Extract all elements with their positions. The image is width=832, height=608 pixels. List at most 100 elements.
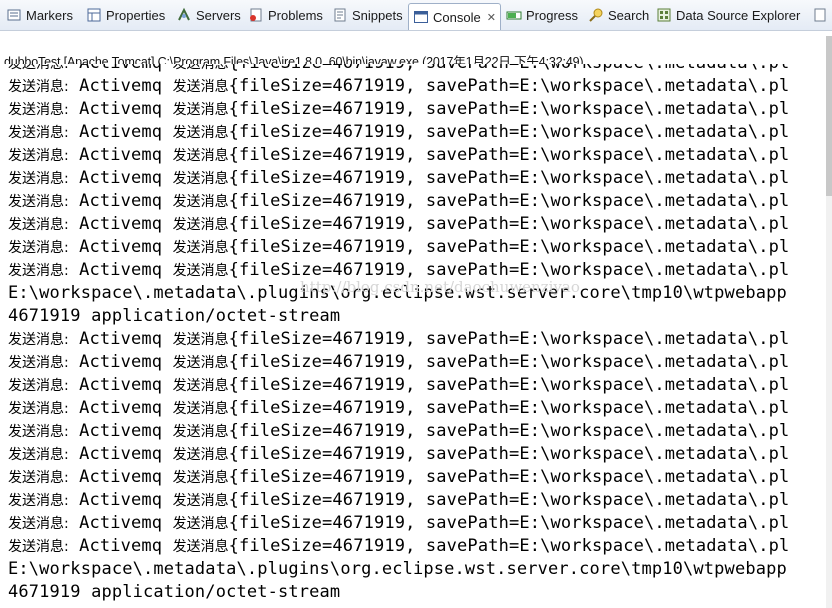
message-source: Activemq bbox=[68, 168, 173, 188]
message-action: 发送消息 bbox=[172, 401, 229, 417]
message-prefix: 发送消息: bbox=[8, 240, 69, 256]
message-payload: {fileSize=4671919, savePath=E:\workspace… bbox=[228, 214, 790, 234]
vertical-scrollbar[interactable] bbox=[826, 36, 832, 608]
scrollbar-thumb[interactable] bbox=[826, 36, 832, 196]
tab-problems[interactable]: Problems bbox=[248, 4, 323, 26]
console-header: dubboTest [Apache Tomcat] C:\Program Fil… bbox=[0, 31, 832, 69]
tab-label: Properties bbox=[106, 7, 166, 23]
console-line-send-message: 发送消息: Activemq 发送消息{fileSize=4671919, sa… bbox=[8, 76, 789, 99]
tab-console[interactable]: Console ✕ bbox=[408, 3, 501, 30]
message-payload: {fileSize=4671919, savePath=E:\workspace… bbox=[228, 444, 790, 464]
message-action: 发送消息 bbox=[172, 378, 229, 394]
console-line-send-message: 发送消息: Activemq 发送消息{fileSize=4671919, sa… bbox=[8, 444, 789, 467]
console-line-send-message: 发送消息: Activemq 发送消息{fileSize=4671919, sa… bbox=[8, 99, 789, 122]
message-payload: {fileSize=4671919, savePath=E:\workspace… bbox=[228, 76, 790, 96]
close-icon[interactable]: ✕ bbox=[487, 11, 496, 24]
console-line-send-message: 发送消息: Activemq 发送消息{fileSize=4671919, sa… bbox=[8, 237, 789, 260]
message-source: Activemq bbox=[68, 421, 173, 441]
message-prefix: 发送消息: bbox=[8, 424, 69, 440]
message-source: Activemq bbox=[68, 260, 173, 280]
message-action: 发送消息 bbox=[172, 148, 229, 164]
console-line-send-message: 发送消息: Activemq 发送消息{fileSize=4671919, sa… bbox=[8, 513, 789, 536]
message-payload: {fileSize=4671919, savePath=E:\workspace… bbox=[228, 122, 790, 142]
message-action: 发送消息 bbox=[172, 64, 229, 72]
message-payload: {fileSize=4671919, savePath=E:\workspace… bbox=[228, 398, 790, 418]
message-action: 发送消息 bbox=[172, 355, 229, 371]
message-payload: {fileSize=4671919, savePath=E:\workspace… bbox=[228, 191, 790, 211]
message-prefix: 发送消息: bbox=[8, 171, 69, 187]
message-prefix: 发送消息: bbox=[8, 401, 69, 417]
console-line-send-message: 发送消息: Activemq 发送消息{fileSize=4671919, sa… bbox=[8, 352, 789, 375]
message-source: Activemq bbox=[68, 467, 173, 487]
message-payload: {fileSize=4671919, savePath=E:\workspace… bbox=[228, 237, 790, 257]
markers-icon bbox=[6, 7, 22, 23]
search-icon bbox=[588, 7, 604, 23]
console-output[interactable]: 发送消息: Activemq 发送消息{fileSize=4671919, sa… bbox=[0, 64, 832, 608]
message-payload: {fileSize=4671919, savePath=E:\workspace… bbox=[228, 421, 790, 441]
message-prefix: 发送消息: bbox=[8, 148, 69, 164]
message-source: Activemq bbox=[68, 398, 173, 418]
watermark: http://blog.csdn.net/daochuwenziyao bbox=[300, 278, 580, 296]
tab-markers[interactable]: Markers bbox=[6, 4, 73, 26]
tab-properties[interactable]: Properties bbox=[86, 4, 165, 26]
message-prefix: 发送消息: bbox=[8, 125, 69, 141]
message-payload: {fileSize=4671919, savePath=E:\workspace… bbox=[228, 145, 790, 165]
tab-label: Servers bbox=[196, 7, 241, 23]
tab-label: Markers bbox=[26, 7, 73, 23]
tab-search[interactable]: Search bbox=[588, 4, 649, 26]
tab-snippets[interactable]: Snippets bbox=[332, 4, 403, 26]
message-source: Activemq bbox=[69, 64, 173, 73]
message-payload: {fileSize=4671919, savePath=E:\workspace… bbox=[228, 168, 790, 188]
message-source: Activemq bbox=[68, 513, 173, 533]
console-line-send-message: 发送消息: Activemq 发送消息{fileSize=4671919, sa… bbox=[8, 467, 789, 490]
message-prefix: 发送消息: bbox=[8, 447, 69, 463]
message-action: 发送消息 bbox=[172, 171, 229, 187]
console-line-send-message: 发送消息: Activemq 发送消息{fileSize=4671919, sa… bbox=[8, 536, 789, 559]
tab-progress[interactable]: Progress bbox=[506, 4, 578, 26]
message-action: 发送消息 bbox=[172, 79, 229, 95]
message-source: Activemq bbox=[68, 329, 173, 349]
message-source: Activemq bbox=[68, 444, 173, 464]
console-line-send-message: 发送消息: Activemq 发送消息{fileSize=4671919, sa… bbox=[8, 214, 789, 237]
message-prefix: 发送消息: bbox=[8, 332, 69, 348]
message-prefix: 发送消息: bbox=[8, 470, 69, 486]
message-source: Activemq bbox=[68, 375, 173, 395]
tab-label: Snippets bbox=[352, 7, 403, 23]
message-prefix: 发送消息: bbox=[8, 378, 69, 394]
console-line-mime: 4671919 application/octet-stream bbox=[8, 306, 341, 326]
console-line-send-message: 发送消息: Activemq 发送消息{fileSize=4671919, sa… bbox=[8, 168, 789, 191]
message-payload: {fileSize=4671919, savePath=E:\workspace… bbox=[228, 536, 790, 556]
tab-data-source-explorer[interactable]: Data Source Explorer bbox=[656, 4, 800, 26]
console-icon bbox=[413, 9, 429, 25]
message-payload: {fileSize=4671919, savePath=E:\workspace… bbox=[228, 99, 790, 119]
message-action: 发送消息 bbox=[172, 493, 229, 509]
message-payload: {fileSize=4671919, savePath=E:\workspace… bbox=[228, 490, 790, 510]
message-action: 发送消息 bbox=[172, 539, 229, 555]
tab-servers[interactable]: Servers bbox=[176, 4, 241, 26]
message-payload: {fileSize=4671919, savePath=E:\workspace… bbox=[229, 64, 790, 73]
message-source: Activemq bbox=[68, 352, 173, 372]
progress-icon bbox=[506, 7, 522, 23]
message-prefix: 发送消息: bbox=[8, 194, 69, 210]
message-source: Activemq bbox=[68, 214, 173, 234]
message-action: 发送消息 bbox=[172, 102, 229, 118]
view-menu-icon[interactable] bbox=[812, 4, 832, 26]
console-line-send-message: 发送消息: Activemq 发送消息{fileSize=4671919, sa… bbox=[8, 191, 789, 214]
message-source: Activemq bbox=[68, 536, 173, 556]
snippets-icon bbox=[332, 7, 348, 23]
message-source: Activemq bbox=[68, 99, 173, 119]
message-prefix: 发送消息: bbox=[8, 539, 69, 555]
message-action: 发送消息 bbox=[172, 240, 229, 256]
message-payload: {fileSize=4671919, savePath=E:\workspace… bbox=[228, 329, 790, 349]
message-source: Activemq bbox=[68, 76, 173, 96]
message-prefix: 发送消息: bbox=[8, 263, 69, 279]
console-line-send-message: 发送消息: Activemq 发送消息{fileSize=4671919, sa… bbox=[8, 490, 789, 513]
message-prefix: 发送消息: bbox=[8, 217, 69, 233]
tab-label: Problems bbox=[268, 7, 323, 23]
message-payload: {fileSize=4671919, savePath=E:\workspace… bbox=[228, 467, 790, 487]
message-source: Activemq bbox=[68, 122, 173, 142]
console-line-send-message: 发送消息: Activemq 发送消息{fileSize=4671919, sa… bbox=[8, 64, 789, 76]
tab-label: Data Source Explorer bbox=[676, 7, 801, 23]
message-action: 发送消息 bbox=[172, 447, 229, 463]
message-action: 发送消息 bbox=[172, 470, 229, 486]
